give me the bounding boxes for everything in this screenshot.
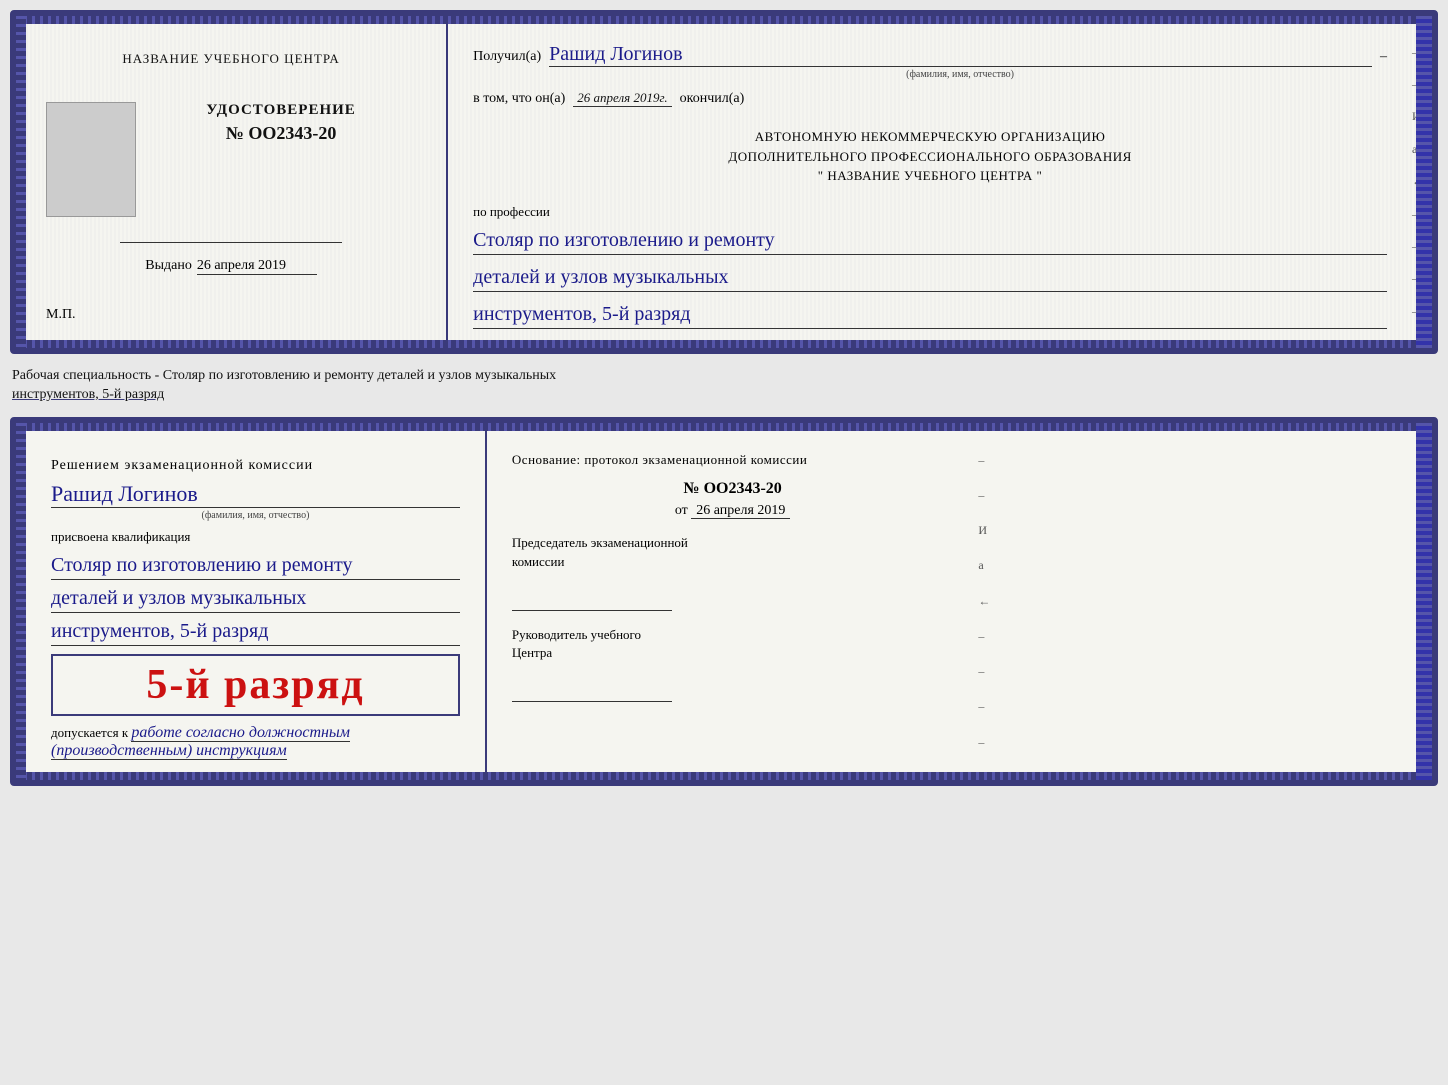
document-card-bottom: Решением экзаменационной комиссии Рашид …	[10, 417, 1438, 786]
between-line1: Рабочая специальность - Столяр по изгото…	[12, 368, 556, 383]
recipient-name: Рашид Логинов	[549, 43, 1372, 67]
poluchil-label: Получил(а)	[473, 49, 541, 65]
vtom-label: в том, что он(а)	[473, 91, 565, 107]
qual-line1: Столяр по изготовлению и ремонту	[51, 551, 460, 580]
right-dashes-col2: – – И а ← – – – –	[978, 423, 998, 780]
school-title-left: НАЗВАНИЕ УЧЕБНОГО ЦЕНТРА	[46, 51, 416, 67]
mp-label: М.П.	[46, 297, 76, 328]
big-rank-display: 5-й разряд	[51, 654, 460, 716]
rukovoditel-signature-line	[512, 682, 672, 702]
top-border-deco2	[16, 423, 1432, 431]
page-wrapper: НАЗВАНИЕ УЧЕБНОГО ЦЕНТРА УДОСТОВЕРЕНИЕ №…	[10, 10, 1438, 786]
left-spine-deco	[16, 16, 26, 348]
dopuskaetsya-label: допускается к	[51, 725, 128, 740]
prisvoena-label: присвоена квалификация	[51, 529, 460, 545]
udostoverenie-number: № OO2343-20	[226, 123, 337, 144]
okonchil-label: окончил(а)	[680, 91, 745, 107]
predsedatel-block: Председатель экзаменационной комиссии	[512, 534, 953, 610]
vydano-date: 26 апреля 2019	[197, 258, 317, 275]
qual-line3: инструментов, 5-й разряд	[51, 617, 460, 646]
udostoverenie-block: УДОСТОВЕРЕНИЕ № OO2343-20	[146, 102, 416, 144]
dash1: –	[1380, 49, 1387, 65]
org-line2: ДОПОЛНИТЕЛЬНОГО ПРОФЕССИОНАЛЬНОГО ОБРАЗО…	[473, 147, 1387, 167]
predsedatel-label: Председатель экзаменационной	[512, 535, 688, 550]
fio-sublabel-top: (фамилия, имя, отчество)	[533, 69, 1387, 80]
recipient-line: Получил(а) Рашид Логинов –	[473, 43, 1387, 67]
org-line3: " НАЗВАНИЕ УЧЕБНОГО ЦЕНТРА "	[473, 166, 1387, 186]
komissia-name: Рашид Логинов	[51, 481, 460, 508]
ot-label: от	[675, 503, 688, 518]
doc-right-panel: Получил(а) Рашид Логинов – (фамилия, имя…	[448, 16, 1412, 348]
prof-line2: деталей и узлов музыкальных	[473, 263, 1387, 292]
left-spine-deco2	[16, 423, 26, 780]
bottom-border-deco2	[16, 772, 1432, 780]
osnovanie-label: Основание: протокол экзаменационной коми…	[512, 450, 953, 471]
dopuskaetsya-value: работе согласно должностным	[131, 724, 350, 742]
dopuskaetsya-line: допускается к работе согласно должностны…	[51, 724, 460, 760]
ot-line: от 26 апреля 2019	[512, 503, 953, 519]
right-spine-deco2	[1416, 423, 1432, 780]
ot-date: 26 апреля 2019	[691, 503, 790, 519]
doc-left-panel: НАЗВАНИЕ УЧЕБНОГО ЦЕНТРА УДОСТОВЕРЕНИЕ №…	[16, 16, 448, 348]
qual-line2: деталей и узлов музыкальных	[51, 584, 460, 613]
vydano-label: Выдано	[145, 258, 192, 274]
komissii-label: комиссии	[512, 554, 565, 569]
rukovoditel-label: Руководитель учебного	[512, 627, 641, 642]
org-line1: АВТОНОМНУЮ НЕКОММЕРЧЕСКУЮ ОРГАНИЗАЦИЮ	[473, 127, 1387, 147]
predsedatel-title: Председатель экзаменационной комиссии	[512, 534, 953, 570]
between-label: Рабочая специальность - Столяр по изгото…	[10, 362, 1438, 409]
org-block: АВТОНОМНУЮ НЕКОММЕРЧЕСКУЮ ОРГАНИЗАЦИЮ ДО…	[473, 127, 1387, 186]
document-card-top: НАЗВАНИЕ УЧЕБНОГО ЦЕНТРА УДОСТОВЕРЕНИЕ №…	[10, 10, 1438, 354]
photo-placeholder	[46, 102, 136, 217]
rukovoditel-title: Руководитель учебного Центра	[512, 626, 953, 662]
doc-right-wrapper: Получил(а) Рашид Логинов – (фамилия, имя…	[448, 16, 1432, 348]
prof-line1: Столяр по изготовлению и ремонту	[473, 226, 1387, 255]
right-spine-deco	[1416, 16, 1432, 348]
po-professii-label: по профессии	[473, 204, 1387, 220]
fio-sublabel-bottom: (фамилия, имя, отчество)	[51, 510, 460, 521]
komissia-header: Решением экзаменационной комиссии	[51, 455, 460, 476]
udostoverenie-title: УДОСТОВЕРЕНИЕ	[206, 102, 356, 119]
prof-line3: инструментов, 5-й разряд	[473, 300, 1387, 329]
doc2-right-panel: Основание: протокол экзаменационной коми…	[487, 423, 978, 780]
vtom-date: 26 апреля 2019г.	[573, 90, 671, 107]
centra-label: Центра	[512, 645, 552, 660]
vtom-line: в том, что он(а) 26 апреля 2019г. окончи…	[473, 90, 1387, 107]
doc2-left-panel: Решением экзаменационной комиссии Рашид …	[16, 423, 487, 780]
predsedatel-signature-line	[512, 591, 672, 611]
vydano-line: Выдано 26 апреля 2019	[145, 258, 317, 275]
protocol-number: № OO2343-20	[512, 480, 953, 498]
doc2-right-wrapper: Основание: протокол экзаменационной коми…	[487, 423, 1432, 780]
between-line2: инструментов, 5-й разряд	[12, 387, 164, 402]
rukovoditel-block: Руководитель учебного Центра	[512, 626, 953, 702]
dopuskaetsya-value2: (производственным) инструкциям	[51, 742, 287, 760]
